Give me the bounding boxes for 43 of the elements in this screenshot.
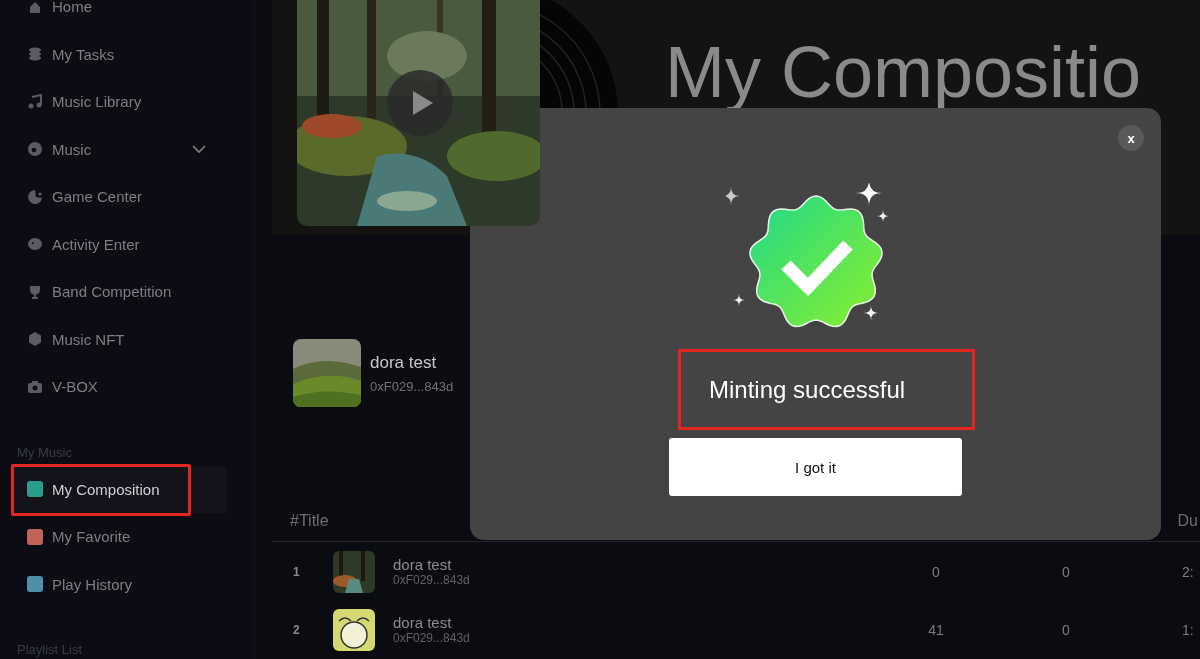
nav-icon (27, 93, 43, 110)
sidebar-item[interactable]: Music NFT (10, 315, 227, 363)
play-icon[interactable] (387, 70, 453, 136)
table-cell-text: 41 (927, 621, 945, 638)
nav-icon (27, 46, 43, 63)
nav-icon (27, 236, 43, 253)
sidebar-item[interactable]: Band Competition (10, 268, 227, 316)
chevron-down-icon[interactable] (192, 144, 206, 154)
column-header: Du (1177, 511, 1198, 532)
table-cell-text: 2: (1181, 563, 1195, 580)
track-address: 0xF029...843d (393, 631, 471, 646)
nav-icon (27, 188, 43, 205)
confirm-button[interactable]: I got it (669, 438, 962, 496)
track-title[interactable]: dora test (393, 614, 876, 632)
sidebar-item[interactable]: Music Library (10, 78, 227, 126)
column-header: #Title (290, 511, 329, 532)
sidebar-item[interactable]: Activity Enter (10, 220, 227, 268)
nav-icon (27, 378, 43, 395)
nav-icon (27, 283, 43, 300)
row-number: 1 (292, 564, 301, 579)
success-message: Minting successful (678, 349, 975, 430)
nav-icon (27, 0, 43, 15)
sidebar-item[interactable]: V-BOX (10, 363, 227, 411)
sidebar-item[interactable]: Game Center (10, 173, 227, 221)
table-cell-text: 0 (1061, 563, 1071, 580)
sidebar-item[interactable]: My Tasks (10, 30, 227, 78)
table-cell-text: 0 (931, 563, 941, 580)
nav-icon (27, 141, 43, 158)
close-button[interactable]: x (1118, 125, 1144, 151)
nav-icon (27, 331, 43, 348)
album-address: 0xF029...843d (370, 378, 454, 394)
track-title[interactable]: dora test (393, 556, 876, 573)
sidebar-item[interactable]: Home (10, 0, 227, 31)
track-address: 0xF029...843d (393, 573, 471, 587)
table-cell-text: 0 (1061, 621, 1071, 638)
album-title: dora test (370, 352, 438, 373)
table-cell-text: 1: (1181, 621, 1195, 638)
sidebar-item[interactable]: Play History (10, 560, 227, 608)
sidebar-item[interactable]: My Composition (10, 465, 227, 513)
page-title: My Compositio (665, 36, 1142, 108)
sidebar-item[interactable]: Music (10, 125, 227, 173)
row-number: 2 (292, 622, 301, 637)
sidebar-item[interactable]: My Favorite (10, 513, 227, 561)
